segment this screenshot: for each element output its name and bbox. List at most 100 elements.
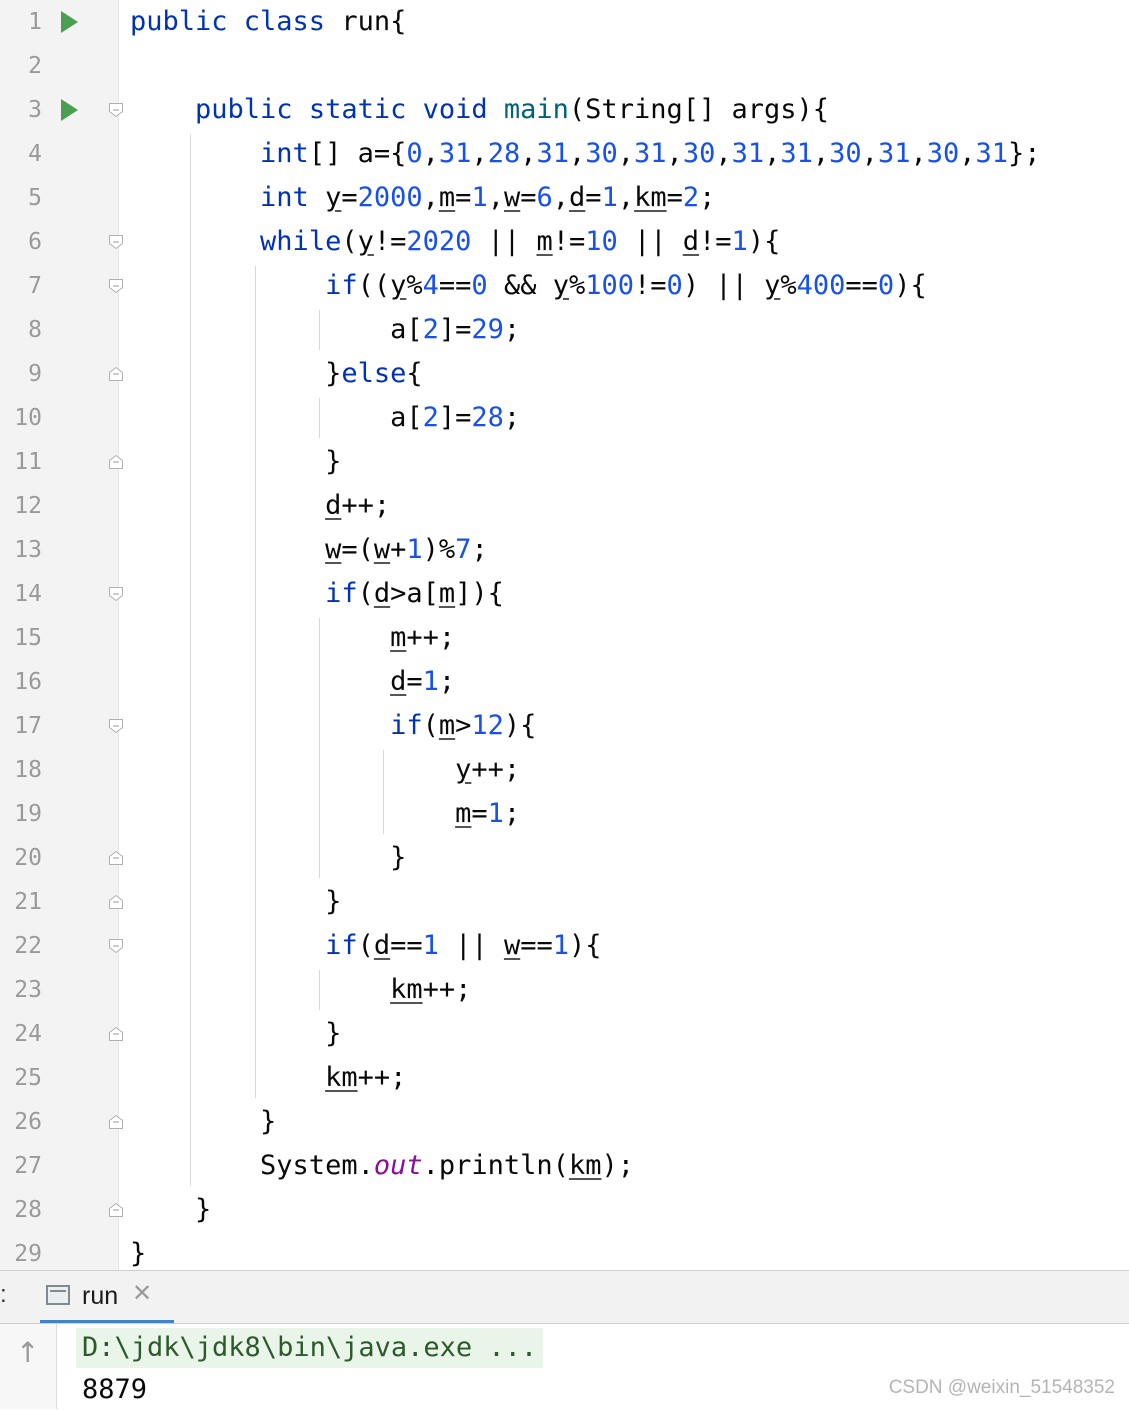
line-number: 18 — [14, 757, 42, 783]
code-token: .println( — [422, 1150, 569, 1181]
fold-close-icon[interactable] — [108, 454, 124, 470]
code-line[interactable]: d++; — [130, 484, 390, 528]
code-line[interactable]: m=1; — [130, 792, 520, 836]
code-token: = — [585, 182, 602, 213]
code-token: 2020 — [406, 226, 472, 257]
line-number: 15 — [14, 625, 42, 651]
fold-open-icon[interactable] — [108, 278, 124, 294]
line-number: 2 — [28, 53, 42, 79]
run-gutter-icon[interactable] — [61, 11, 78, 33]
fold-close-icon[interactable] — [108, 894, 124, 910]
code-line[interactable]: w=(w+1)%7; — [130, 528, 488, 572]
code-line[interactable]: }else{ — [130, 352, 423, 396]
code-line[interactable]: m++; — [130, 616, 455, 660]
code-line[interactable]: a[2]=28; — [130, 396, 520, 440]
code-token: , — [617, 138, 635, 169]
code-token: 30 — [829, 138, 862, 169]
code-token: != — [373, 226, 407, 257]
code-line[interactable]: } — [130, 836, 406, 880]
code-token: 2 — [682, 182, 700, 213]
code-token: 1 — [487, 798, 504, 829]
code-line[interactable]: public static void main(String[] args){ — [130, 88, 829, 132]
code-token: ( — [341, 226, 358, 257]
run-tool-window-header: : run ✕ — [0, 1270, 1129, 1324]
fold-open-icon[interactable] — [108, 234, 124, 250]
code-line[interactable]: } — [130, 880, 341, 924]
code-line[interactable]: if(d>a[m]){ — [130, 572, 504, 616]
run-gutter-icon[interactable] — [61, 99, 78, 121]
code-line[interactable]: while(y!=2020 || m!=10 || d!=1){ — [130, 220, 780, 264]
console-toolbar: ↑ — [0, 1324, 57, 1409]
code-token: ){ — [747, 226, 781, 257]
fold-open-icon[interactable] — [108, 586, 124, 602]
code-line[interactable]: public class run{ — [130, 0, 406, 44]
code-line[interactable]: d=1; — [130, 660, 455, 704]
line-number: 7 — [28, 273, 42, 299]
code-token: 10 — [585, 226, 618, 257]
code-line[interactable]: } — [130, 440, 341, 484]
code-token: ; — [503, 314, 521, 345]
code-line[interactable]: if(m>12){ — [130, 704, 536, 748]
fold-close-icon[interactable] — [108, 1202, 124, 1218]
fold-close-icon[interactable] — [108, 1026, 124, 1042]
code-line[interactable]: if(d==1 || w==1){ — [130, 924, 601, 968]
code-token: while — [260, 226, 342, 257]
code-token: ++; — [471, 754, 521, 785]
code-token: d — [325, 490, 342, 521]
code-token: = — [666, 182, 683, 213]
code-line[interactable]: km++; — [130, 1056, 406, 1100]
close-icon[interactable]: ✕ — [132, 1279, 152, 1307]
code-token: m — [390, 622, 407, 653]
code-token: 1 — [422, 666, 439, 697]
line-number: 13 — [14, 537, 42, 563]
fold-open-icon[interactable] — [108, 102, 124, 118]
code-token: != — [552, 226, 586, 257]
code-line[interactable]: y++; — [130, 748, 520, 792]
code-token: ( — [422, 710, 439, 741]
code-token: ; — [471, 534, 488, 565]
line-number: 11 — [14, 449, 42, 475]
code-line[interactable]: int[] a={0,31,28,31,30,31,30,31,31,30,31… — [130, 132, 1040, 176]
code-token: 12 — [471, 710, 504, 741]
fold-close-icon[interactable] — [108, 850, 124, 866]
code-token: 28 — [471, 402, 504, 433]
code-line[interactable]: } — [130, 1232, 146, 1270]
code-line[interactable]: } — [130, 1100, 276, 1144]
code-line[interactable]: } — [130, 1188, 211, 1232]
line-number: 4 — [28, 141, 42, 167]
code-token: , — [520, 138, 537, 169]
code-token: =( — [341, 534, 374, 565]
code-token: int — [260, 182, 326, 213]
code-token: ; — [503, 402, 521, 433]
code-line[interactable]: System.out.println(km); — [130, 1144, 634, 1188]
code-token: , — [422, 182, 439, 213]
code-line[interactable]: if((y%4==0 && y%100!=0) || y%400==0){ — [130, 264, 927, 308]
code-line[interactable]: } — [130, 1012, 341, 1056]
code-editor[interactable]: 1 2 3 4 5 6 7 8 9 10 11 12 13 14 15 16 17 18 19 20 21 22 23 24 2… — [0, 0, 1129, 1270]
code-token: 31 — [975, 138, 1009, 169]
fold-close-icon[interactable] — [108, 1114, 124, 1130]
code-token: 31 — [438, 138, 472, 169]
fold-open-icon[interactable] — [108, 938, 124, 954]
tab-run[interactable]: run ✕ — [40, 1271, 174, 1323]
code-token: 7 — [455, 534, 472, 565]
fold-open-icon[interactable] — [108, 718, 124, 734]
code-line[interactable]: a[2]=29; — [130, 308, 520, 352]
code-token: ]= — [438, 402, 472, 433]
editor-gutter[interactable]: 1 2 3 4 5 6 7 8 9 10 11 12 13 14 15 16 17 18 19 20 21 22 23 24 2… — [0, 0, 123, 1270]
code-token: 1 — [471, 182, 488, 213]
code-token: 4 — [422, 270, 439, 301]
code-token: , — [910, 138, 927, 169]
code-token: = — [520, 182, 537, 213]
code-line[interactable]: int y=2000,m=1,w=6,d=1,km=2; — [130, 176, 715, 220]
line-number: 1 — [28, 9, 42, 35]
arrow-up-icon[interactable]: ↑ — [16, 1338, 39, 1368]
code-line[interactable]: km++; — [130, 968, 471, 1012]
line-number: 8 — [28, 317, 42, 343]
code-token: 2 — [422, 314, 439, 345]
fold-close-icon[interactable] — [108, 366, 124, 382]
code-token: } — [130, 842, 407, 873]
